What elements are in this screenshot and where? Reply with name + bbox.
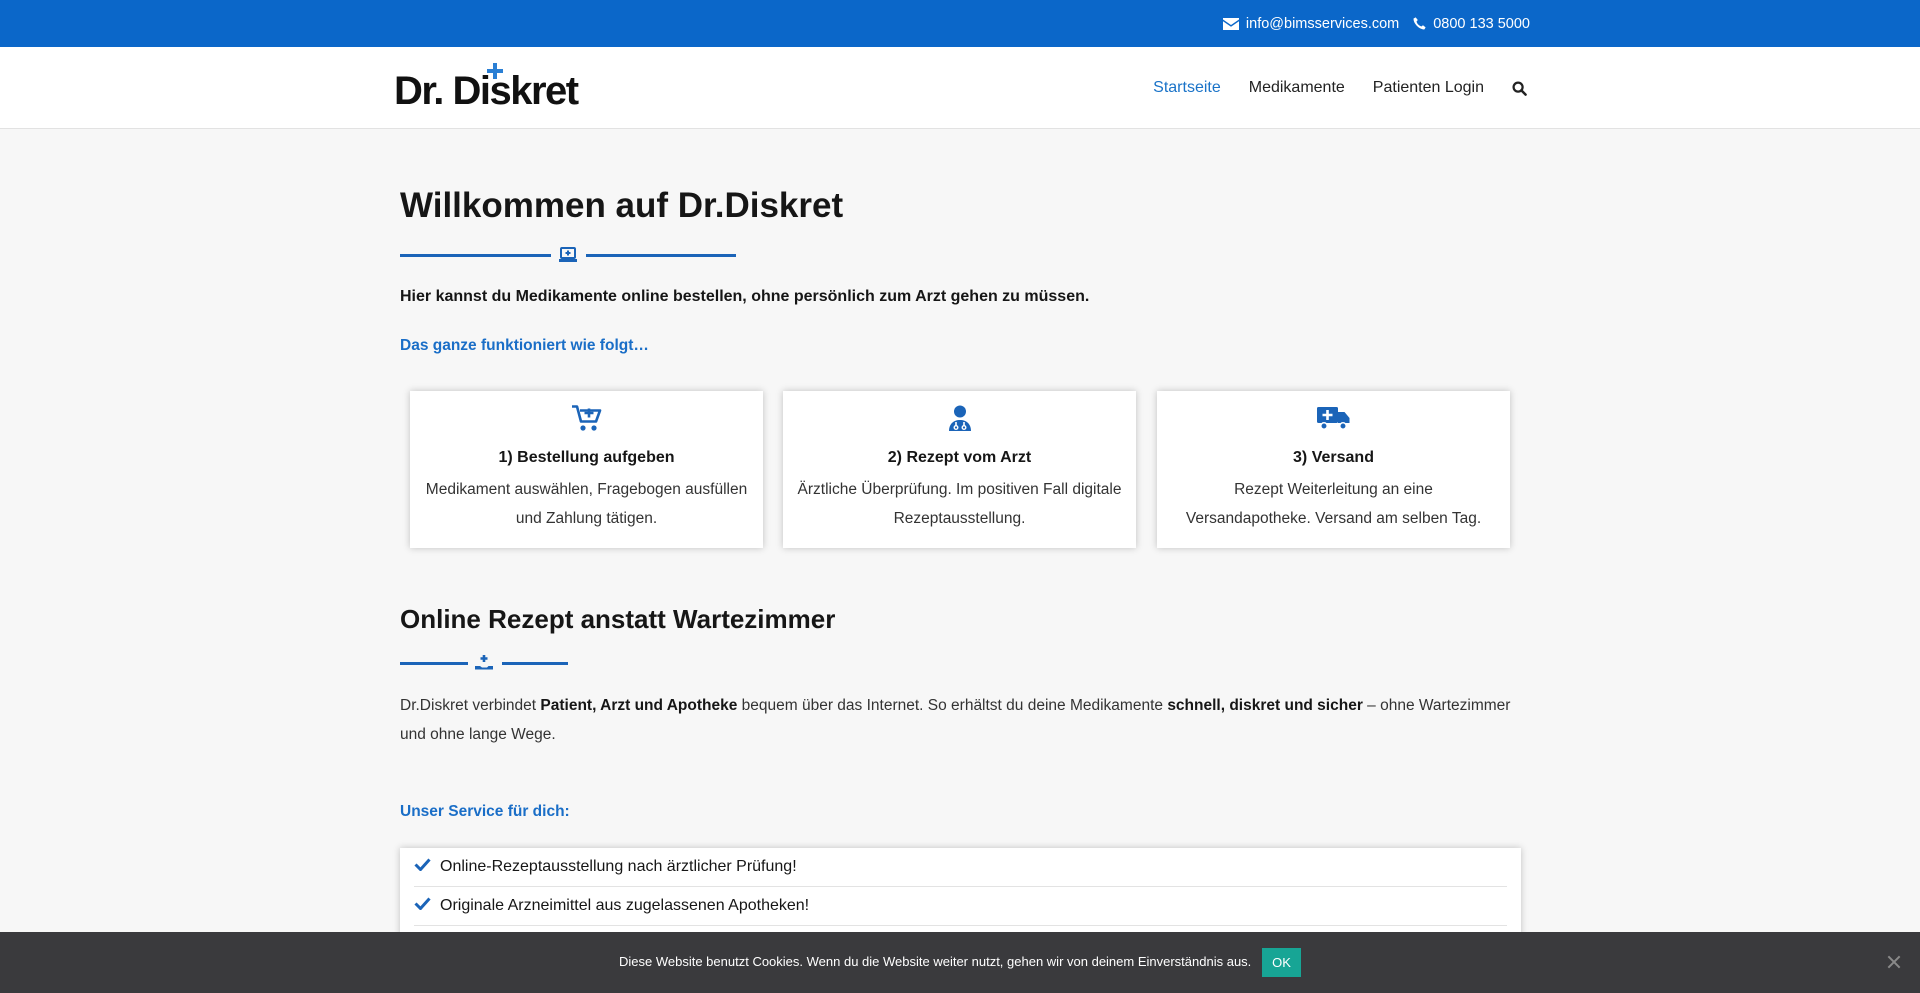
cookie-message: Diese Website benutzt Cookies. Wenn du d… (619, 954, 1252, 969)
how-it-works-heading: Das ganze funktioniert wie folgt… (400, 337, 649, 354)
search-icon[interactable] (1512, 80, 1527, 96)
laptop-medical-icon (558, 245, 578, 265)
check-icon (414, 897, 431, 915)
section-title-online-prescription: Online Rezept anstatt Wartezimmer (400, 604, 836, 634)
step-card-order: 1) Bestellung aufgeben Medikament auswäh… (410, 391, 763, 548)
para-bold: schnell, diskret und sicher (1167, 697, 1363, 714)
list-item: Online-Rezeptausstellung nach ärztlicher… (414, 848, 1507, 887)
top-bar: info@bimsservices.com 0800 133 5000 (0, 0, 1920, 47)
email-link[interactable]: info@bimsservices.com (1222, 15, 1400, 32)
close-icon[interactable] (1886, 954, 1902, 970)
list-item-text: Originale Arzneimittel aus zugelassenen … (440, 897, 810, 914)
phone-text: 0800 133 5000 (1433, 15, 1530, 32)
list-item-text: Online-Rezeptausstellung nach ärztlicher… (440, 858, 797, 875)
step-title: 2) Rezept vom Arzt (887, 449, 1032, 466)
step-text: Ärztliche Überprüfung. Im positiven Fall… (797, 481, 1122, 527)
list-item: Originale Arzneimittel aus zugelassenen … (414, 887, 1507, 926)
step-card-prescription: 2) Rezept vom Arzt Ärztliche Überprüfung… (783, 391, 1136, 548)
cookie-ok-button[interactable]: OK (1262, 948, 1301, 977)
nav-item-startseite[interactable]: Startseite (1153, 79, 1221, 97)
logo-text: Dr. Diskret (394, 69, 579, 113)
step-card-shipping: 3) Versand Rezept Weiterleitung an eine … (1157, 391, 1510, 548)
step-title: 1) Bestellung aufgeben (498, 449, 675, 466)
para-text: bequem über das Internet. So erhältst du… (737, 697, 1168, 714)
page-title: Willkommen auf Dr.Diskret (400, 186, 844, 225)
cart-plus-icon (410, 405, 763, 433)
steps: 1) Bestellung aufgeben Medikament auswäh… (410, 391, 1510, 548)
main-nav: Startseite Medikamente Patienten Login (1153, 47, 1527, 129)
hand-holding-medical-icon (474, 653, 494, 673)
intro-text: Hier kannst du Medikamente online bestel… (400, 288, 1090, 305)
site-header: Dr. Diskret Startseite Medikamente Patie… (0, 47, 1920, 129)
logo-cross-icon (487, 63, 503, 79)
doctor-icon (783, 405, 1136, 433)
email-text: info@bimsservices.com (1245, 15, 1400, 32)
envelope-icon (1222, 17, 1239, 30)
phone-icon (1413, 17, 1426, 30)
truck-medical-icon (1157, 405, 1510, 433)
nav-item-medikamente[interactable]: Medikamente (1249, 79, 1345, 97)
para-bold: Patient, Arzt und Apotheke (540, 697, 738, 714)
intro-paragraph: Dr.Diskret verbindet Patient, Arzt und A… (400, 691, 1520, 749)
check-icon (414, 858, 431, 876)
top-contacts: info@bimsservices.com 0800 133 5000 (1222, 0, 1530, 47)
cookie-banner: Diese Website benutzt Cookies. Wenn du d… (0, 932, 1920, 993)
service-heading: Unser Service für dich: (400, 803, 570, 820)
service-list: Online-Rezeptausstellung nach ärztlicher… (400, 848, 1521, 926)
para-text: Dr.Diskret verbindet (400, 697, 541, 714)
title-separator (400, 245, 736, 265)
phone-link[interactable]: 0800 133 5000 (1413, 16, 1530, 32)
step-text: Medikament auswählen, Fragebogen ausfüll… (425, 481, 748, 527)
step-title: 3) Versand (1293, 449, 1374, 466)
step-text: Rezept Weiterleitung an eine Versandapot… (1185, 481, 1482, 527)
nav-item-patienten-login[interactable]: Patienten Login (1373, 79, 1484, 97)
site-logo[interactable]: Dr. Diskret (394, 63, 594, 113)
section-separator (400, 653, 568, 673)
